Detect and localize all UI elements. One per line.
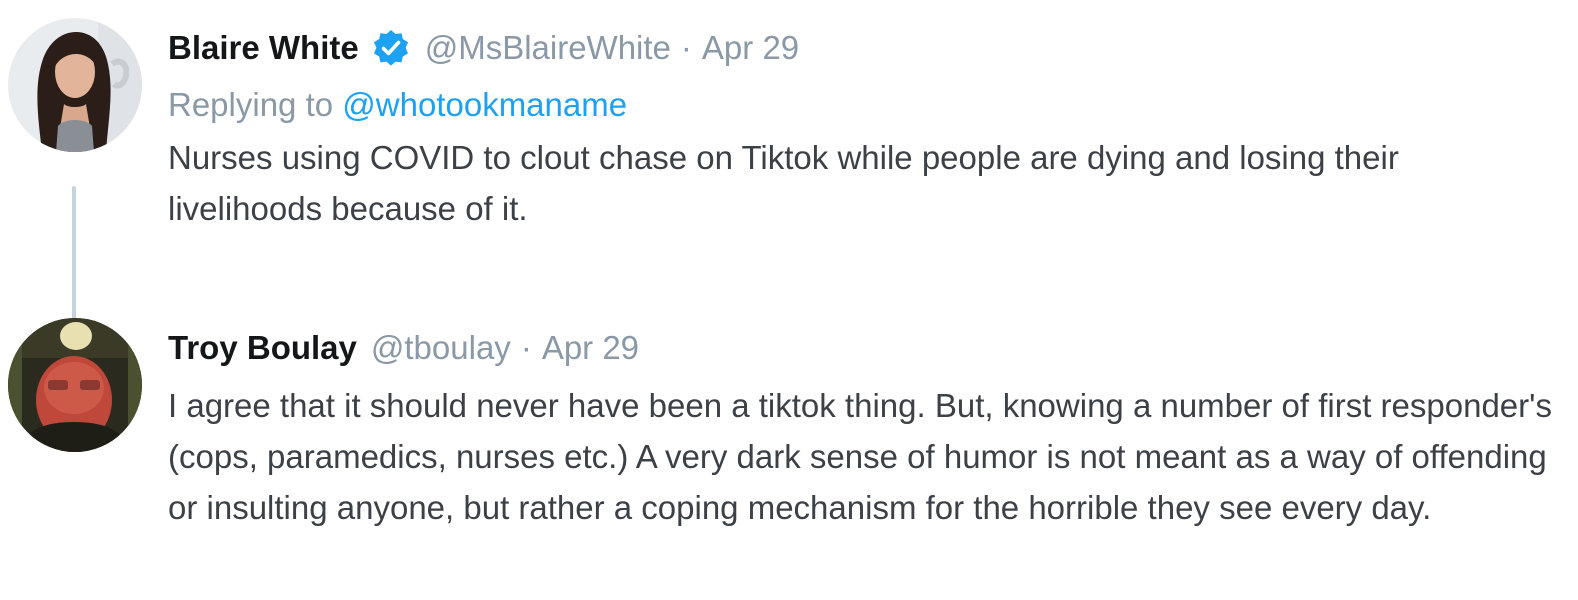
tweet-header: Blaire White @MsBlaireWhite · Apr 29 — [168, 18, 1548, 78]
display-name[interactable]: Blaire White — [168, 29, 359, 67]
tweet-thread: Blaire White @MsBlaireWhite · Apr 29 Rep… — [0, 0, 1578, 600]
avatar[interactable] — [8, 18, 142, 152]
avatar-photo-icon — [8, 318, 142, 452]
tweet-date[interactable]: Apr 29 — [542, 329, 639, 367]
tweet-header: Troy Boulay @tboulay · Apr 29 — [168, 318, 1548, 378]
replying-to-handle-link[interactable]: @whotookmaname — [342, 86, 627, 123]
display-name[interactable]: Troy Boulay — [168, 329, 357, 367]
user-handle[interactable]: @MsBlaireWhite — [425, 29, 671, 67]
replying-to: Replying to @whotookmaname — [168, 78, 1548, 132]
separator-dot: · — [520, 329, 532, 366]
tweet-content: Troy Boulay @tboulay · Apr 29 I agree th… — [168, 318, 1552, 533]
replying-to-label: Replying to — [168, 86, 334, 123]
avatar[interactable] — [8, 318, 142, 452]
tweet-text: Nurses using COVID to clout chase on Tik… — [168, 139, 1399, 227]
tweet-date[interactable]: Apr 29 — [702, 29, 799, 67]
tweet-content: Blaire White @MsBlaireWhite · Apr 29 Rep… — [168, 18, 1548, 234]
verified-badge-icon — [371, 28, 411, 68]
separator-dot: · — [680, 29, 692, 66]
user-handle[interactable]: @tboulay — [371, 329, 511, 367]
thread-connector-line — [72, 186, 76, 324]
avatar-photo-icon — [8, 18, 142, 152]
tweet-text: I agree that it should never have been a… — [168, 387, 1552, 526]
